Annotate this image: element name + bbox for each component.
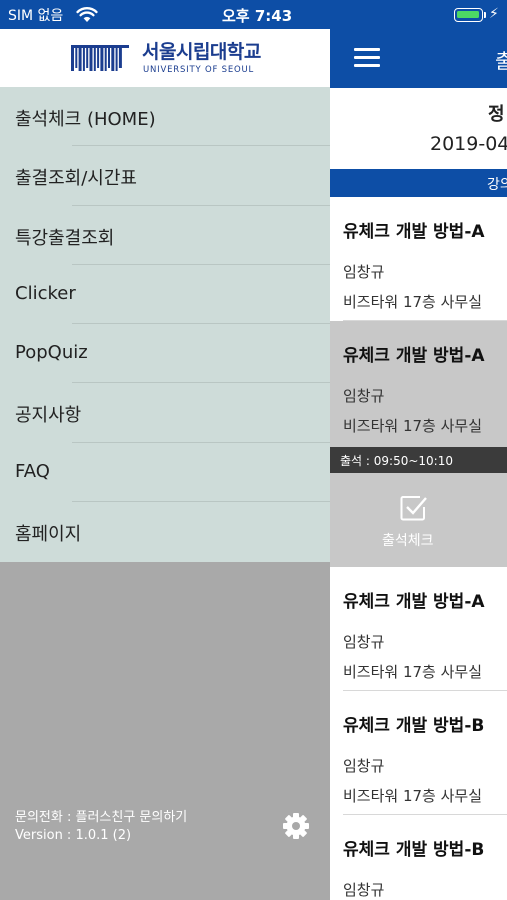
menu-item-label: 홈페이지 [15, 524, 82, 546]
menu-item-label: PopQuiz [15, 342, 88, 364]
attendance-time-bar: 출석 : 09:50~10:10 [330, 447, 507, 473]
side-drawer: SIM 없음 오후 7:43 서울시립대학교 UNIVERSITY OF SEO… [0, 0, 330, 900]
main-header: 출 [330, 29, 507, 88]
menu-item-attendance-home[interactable]: 출석체크 (HOME) [0, 87, 330, 147]
lecture-item[interactable]: 유체크 개발 방법-B 임창규 [330, 815, 507, 900]
lecture-item-active[interactable]: 유체크 개발 방법-A 임창규 비즈타워 17층 사무실 [330, 321, 507, 447]
section-label: 강의 [487, 177, 507, 193]
menu-item-label: 출석체크 (HOME) [15, 109, 156, 130]
lecture-title: 유체크 개발 방법-B [343, 840, 485, 860]
menu-item-label: Clicker [15, 282, 76, 304]
lecture-item[interactable]: 유체크 개발 방법-A 임창규 비즈타워 17층 사무실 [330, 197, 507, 321]
drawer-menu: 출석체크 (HOME) 출결조회/시간표 특강출결조회 Clicker PopQ… [0, 87, 330, 562]
menu-item-label: 특강출결조회 [15, 227, 115, 249]
lecture-professor: 임창규 [343, 387, 385, 405]
lecture-professor: 임창규 [343, 881, 385, 899]
menu-item-label: FAQ [15, 460, 50, 482]
lecture-professor: 임창규 [343, 633, 385, 651]
lecture-room: 비즈타워 17층 사무실 [343, 663, 483, 681]
contact-info[interactable]: 문의전화 : 플러스친구 문의하기 [15, 806, 187, 825]
menu-item-label: 공지사항 [15, 405, 82, 427]
lecture-room: 비즈타워 17층 사무실 [343, 787, 483, 805]
lecture-title: 유체크 개발 방법-A [343, 222, 485, 242]
gear-icon[interactable] [281, 811, 311, 841]
hamburger-menu-icon[interactable] [352, 46, 382, 70]
wifi-icon [76, 7, 98, 22]
page-title: 출 [495, 49, 507, 73]
lecture-room: 비즈타워 17층 사무실 [343, 417, 483, 435]
menu-item-clicker[interactable]: Clicker [0, 265, 330, 325]
lecture-item[interactable]: 유체크 개발 방법-B 임창규 비즈타워 17층 사무실 [330, 691, 507, 815]
menu-item-special-lecture[interactable]: 특강출결조회 [0, 206, 330, 265]
checkbox-icon [400, 496, 427, 521]
menu-item-attendance-timetable[interactable]: 출결조회/시간표 [0, 146, 330, 206]
university-name-kr: 서울시립대학교 [142, 41, 261, 63]
attendance-check-button[interactable]: 출석체크 [330, 473, 507, 567]
menu-item-notices[interactable]: 공지사항 [0, 383, 330, 443]
main-status-bar: ⚡ [330, 0, 507, 29]
version-info: Version : 1.0.1 (2) [15, 828, 132, 843]
menu-item-faq[interactable]: FAQ [0, 443, 330, 503]
status-bar: SIM 없음 오후 7:43 [0, 0, 330, 29]
lecture-item[interactable]: 유체크 개발 방법-A 임창규 비즈타워 17층 사무실 [330, 567, 507, 691]
battery-icon [454, 8, 483, 22]
charge-icon: ⚡ [489, 6, 499, 22]
university-name-en: UNIVERSITY OF SEOUL [143, 65, 255, 75]
section-header: 강의 [330, 169, 507, 197]
attendance-time: 출석 : 09:50~10:10 [340, 454, 453, 468]
lecture-professor: 임창규 [343, 263, 385, 281]
main-panel: ⚡ 출 정 2019-04 강의 유체크 개발 방법-A 임창규 비즈타워 17… [330, 0, 507, 900]
lecture-professor: 임창규 [343, 757, 385, 775]
menu-item-homepage[interactable]: 홈페이지 [0, 502, 330, 561]
lecture-room: 비즈타워 17층 사무실 [343, 293, 483, 311]
menu-item-label: 출결조회/시간표 [15, 168, 137, 190]
user-name: 정 [488, 104, 505, 125]
university-logo-icon [71, 45, 129, 71]
current-date: 2019-04 [430, 133, 507, 155]
lecture-title: 유체크 개발 방법-A [343, 346, 485, 366]
attendance-check-label: 출석체크 [382, 533, 434, 549]
lecture-title: 유체크 개발 방법-A [343, 592, 485, 612]
status-time: 오후 7:43 [222, 7, 293, 25]
battery-nub [484, 12, 486, 18]
carrier-label: SIM 없음 [8, 8, 64, 24]
university-logo: 서울시립대학교 UNIVERSITY OF SEOUL [0, 29, 330, 87]
menu-item-popquiz[interactable]: PopQuiz [0, 324, 330, 384]
battery-level [457, 11, 479, 18]
lecture-title: 유체크 개발 방법-B [343, 716, 485, 736]
